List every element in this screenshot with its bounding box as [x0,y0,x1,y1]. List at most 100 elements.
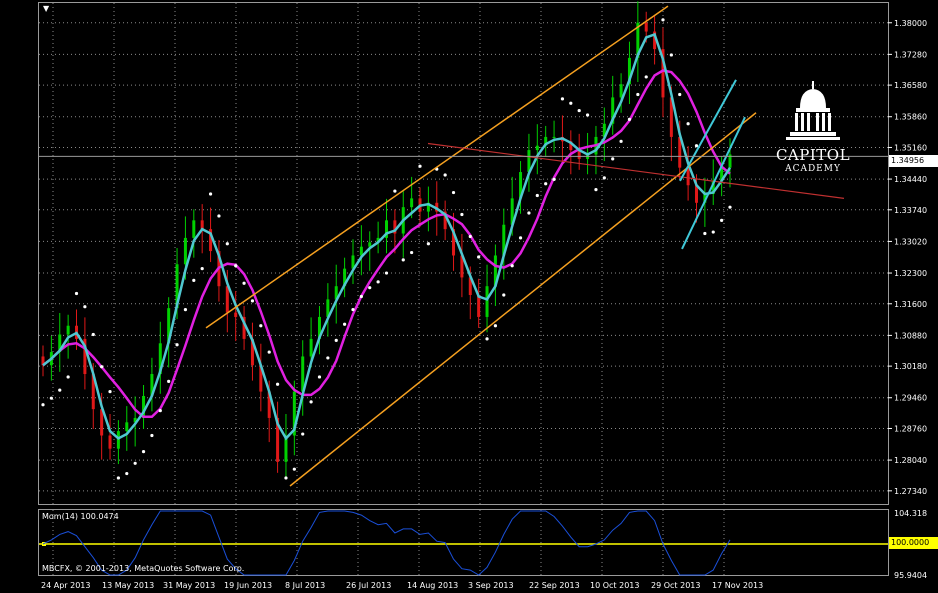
candle-up [125,422,129,432]
sar-dot [393,189,397,193]
sar-dot [410,250,414,255]
time-tick-label: 17 Nov 2013 [712,581,763,590]
sar-dot [167,379,171,383]
price-tick-label: 1.33020 [894,237,927,246]
sar-dot [644,75,648,79]
price-tick-label: 1.31600 [894,300,927,309]
logo-subtitle: ACADEMY [785,164,841,174]
sar-dot [401,258,405,262]
sar-dot [301,432,305,436]
sar-dot [234,264,238,268]
sar-dot [627,117,632,121]
candle-up [66,325,70,335]
sar-dot [552,177,556,181]
sar-dot [527,211,531,215]
sar-dot [619,139,623,143]
candle-down [234,312,238,317]
price-tick-label: 1.35160 [894,143,927,152]
sar-dot [150,433,154,438]
wedge-lower-line [681,116,746,250]
sar-dot [485,337,489,341]
sar-dot [41,403,45,407]
sar-dot [125,471,129,476]
sar-dot [83,305,87,309]
candle-up [183,237,187,265]
candle-down [686,167,690,186]
momentum-level-label: 100.0000 [889,537,938,549]
time-tick-label: 24 Apr 2013 [41,581,90,590]
watermark-text: MBCFX, © 2001-2013, MetaQuotes Software … [42,564,244,573]
candle-down [225,286,229,313]
time-tick-label: 31 May 2013 [163,581,215,590]
sar-dot [384,271,389,275]
sar-dot [602,176,606,180]
sar-dot [418,164,422,168]
candle-up [410,198,414,208]
sar-dot [275,382,280,386]
sar-dot [468,234,472,239]
sar-dot [535,193,539,198]
candle-up [552,136,556,138]
sar-dot [569,101,573,105]
sar-dot [326,356,330,360]
candle-down [644,22,648,32]
sar-dot [577,108,581,113]
capitol-academy-logo: CAPITOL ACADEMY [772,80,854,174]
sar-dot [720,218,724,222]
sar-dot [242,281,246,285]
sar-dot [108,389,112,394]
sar-dot [334,338,338,342]
sar-dot [267,350,271,354]
sar-dot [309,400,313,404]
sar-dot [493,324,498,328]
dropdown-arrow-icon[interactable]: ▼ [43,4,49,13]
candle-up [116,431,120,449]
sar-dot [250,299,255,303]
sar-dot [451,190,456,195]
sar-dot [200,267,204,271]
price-tick-label: 1.37280 [894,50,927,59]
time-tick-label: 13 May 2013 [102,581,154,590]
sar-dot [133,461,137,465]
sar-dot [317,375,322,379]
sar-dot [49,396,53,400]
sar-dot [91,332,95,337]
time-tick-label: 22 Sep 2013 [529,581,580,590]
logo-title: CAPITOL [775,146,851,164]
candle-up [619,84,623,98]
candle-up [485,286,489,317]
sar-dot [208,192,213,196]
momentum-indicator-label: Mom(14) 100.0474 [42,512,119,521]
time-tick-label: 8 Jul 2013 [285,581,325,590]
sar-dot [359,294,363,299]
sar-dot [158,409,162,413]
sar-dot [351,308,355,312]
candle-up [309,338,313,357]
candle-up [192,220,196,238]
sar-dot [175,343,179,347]
price-tick-label: 1.28040 [894,456,927,465]
price-tick-label: 1.28760 [894,424,927,433]
sar-dot [66,375,70,379]
time-tick-label: 10 Oct 2013 [590,581,639,590]
price-tick-label: 1.30180 [894,362,927,371]
price-tick-label: 1.35860 [894,113,927,122]
candles [41,1,732,478]
sar-dot [284,476,288,480]
sar-dot [183,308,188,312]
sar-dot [225,242,229,246]
time-tick-label: 19 Jun 2013 [224,581,272,590]
sar-dot [217,214,221,218]
sar-dot [58,388,62,392]
price-tick-label: 1.38000 [894,19,927,28]
sar-dot [728,205,732,209]
sar-dot [116,476,121,480]
sar-dot [74,291,79,296]
momentum-tick-label: 95.9404 [894,571,927,580]
sar-dot [259,324,263,328]
sar-dot [669,53,673,57]
price-tick-label: 1.33740 [894,206,927,215]
sar-dot [544,182,548,186]
sar-dot [100,365,104,369]
sar-dot [292,467,296,471]
